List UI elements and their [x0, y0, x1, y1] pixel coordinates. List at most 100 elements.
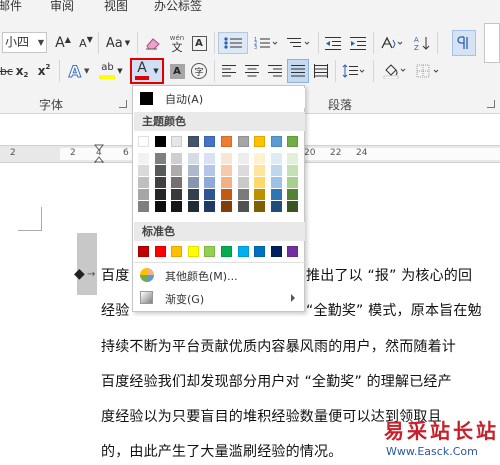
theme-color-swatch[interactable] — [204, 136, 216, 147]
theme-shade-swatch[interactable] — [287, 165, 299, 176]
enclose-char-button[interactable]: 字 — [190, 60, 208, 82]
theme-shade-swatch[interactable] — [171, 165, 183, 176]
theme-shade-swatch[interactable] — [254, 189, 266, 200]
theme-shade-swatch[interactable] — [270, 177, 282, 188]
tab-mailings[interactable]: 邮件 — [0, 0, 22, 14]
theme-shade-swatch[interactable] — [254, 177, 266, 188]
change-case-button[interactable]: Aa ▼ — [103, 32, 133, 54]
theme-shade-swatch[interactable] — [270, 189, 282, 200]
theme-shade-swatch[interactable] — [138, 177, 149, 188]
sort-button[interactable]: AZ — [411, 32, 433, 54]
theme-color-swatch[interactable] — [187, 136, 199, 147]
superscript-button[interactable]: x2 — [36, 60, 52, 82]
theme-shade-swatch[interactable] — [154, 189, 166, 200]
decrease-indent-button[interactable] — [322, 32, 344, 54]
theme-shade-swatch[interactable] — [287, 177, 299, 188]
standard-color-swatch[interactable] — [171, 246, 183, 257]
theme-shade-swatch[interactable] — [171, 177, 183, 188]
theme-shade-swatch[interactable] — [154, 201, 166, 212]
theme-shade-swatch[interactable] — [187, 165, 199, 176]
theme-shade-swatch[interactable] — [154, 153, 166, 164]
standard-color-swatch[interactable] — [221, 246, 232, 257]
theme-shade-swatch[interactable] — [221, 189, 232, 200]
text-effects-button[interactable]: A ▼ — [64, 60, 94, 82]
char-shading-button[interactable]: A — [168, 60, 186, 82]
theme-color-swatch[interactable] — [237, 136, 249, 147]
theme-shade-swatch[interactable] — [221, 177, 232, 188]
theme-shade-swatch[interactable] — [237, 189, 249, 200]
theme-shade-swatch[interactable] — [270, 201, 282, 212]
theme-shade-swatch[interactable] — [154, 165, 166, 176]
font-size-combo[interactable]: 小四 ▼ — [2, 32, 47, 53]
theme-shade-swatch[interactable] — [187, 177, 199, 188]
theme-shade-swatch[interactable] — [221, 165, 232, 176]
shading-button[interactable] — [380, 60, 410, 82]
increase-indent-button[interactable] — [347, 32, 369, 54]
theme-shade-swatch[interactable] — [138, 153, 149, 164]
font-color-button[interactable]: A ▼ — [130, 58, 164, 84]
theme-shade-swatch[interactable] — [237, 177, 249, 188]
standard-color-swatch[interactable] — [287, 246, 299, 257]
theme-shade-swatch[interactable] — [270, 165, 282, 176]
char-border-button[interactable]: A — [189, 32, 209, 54]
theme-shade-swatch[interactable] — [237, 165, 249, 176]
theme-shade-swatch[interactable] — [287, 189, 299, 200]
theme-shade-swatch[interactable] — [204, 177, 216, 188]
multilevel-list-button[interactable] — [284, 32, 314, 54]
theme-color-swatch[interactable] — [154, 136, 166, 147]
theme-shade-swatch[interactable] — [287, 153, 299, 164]
font-dialog-launcher-icon[interactable] — [119, 100, 127, 108]
gradient-item[interactable]: 渐变(G) — [134, 288, 305, 308]
bullets-button[interactable] — [218, 32, 248, 54]
theme-color-swatch[interactable] — [287, 136, 299, 147]
strikethrough-button[interactable]: abc — [0, 60, 13, 82]
theme-color-swatch[interactable] — [270, 136, 282, 147]
paragraph-handle-icon[interactable]: ◆ — [74, 266, 85, 282]
standard-color-swatch[interactable] — [187, 246, 199, 257]
style-gallery-edge[interactable] — [484, 23, 500, 63]
standard-color-swatch[interactable] — [138, 246, 149, 257]
borders-button[interactable] — [413, 60, 443, 82]
standard-color-swatch[interactable] — [270, 246, 282, 257]
align-right-button[interactable] — [265, 60, 285, 82]
theme-shade-swatch[interactable] — [204, 153, 216, 164]
shrink-font-button[interactable]: A ▼ — [76, 32, 96, 54]
subscript-button[interactable]: x2 — [14, 60, 30, 82]
tab-view[interactable]: 视图 — [104, 0, 128, 14]
theme-shade-swatch[interactable] — [254, 153, 266, 164]
align-center-button[interactable] — [242, 60, 262, 82]
standard-color-swatch[interactable] — [237, 246, 249, 257]
standard-color-swatch[interactable] — [154, 246, 166, 257]
numbering-button[interactable]: 123 — [251, 32, 281, 54]
theme-shade-swatch[interactable] — [204, 189, 216, 200]
clear-formatting-button[interactable] — [143, 32, 163, 54]
first-line-indent-marker-icon[interactable] — [94, 144, 104, 154]
tab-review[interactable]: 审阅 — [50, 0, 74, 14]
paragraph-dialog-launcher-icon[interactable] — [487, 100, 495, 108]
theme-shade-swatch[interactable] — [171, 189, 183, 200]
standard-color-swatch[interactable] — [254, 246, 266, 257]
theme-shade-swatch[interactable] — [221, 153, 232, 164]
theme-shade-swatch[interactable] — [270, 153, 282, 164]
more-colors-item[interactable]: 其他颜色(M)... — [134, 265, 305, 285]
distributed-button[interactable] — [311, 60, 331, 82]
grow-font-button[interactable]: A ▲ — [53, 32, 73, 54]
theme-shade-swatch[interactable] — [187, 201, 199, 212]
align-left-button[interactable] — [219, 60, 239, 82]
theme-color-swatch[interactable] — [171, 136, 183, 147]
standard-color-swatch[interactable] — [204, 246, 216, 257]
theme-shade-swatch[interactable] — [204, 165, 216, 176]
automatic-color-item[interactable]: 自动(A) — [134, 88, 305, 108]
phonetic-guide-button[interactable]: wén 文 — [167, 32, 187, 54]
tab-office-tabs[interactable]: 办公标签 — [154, 0, 202, 14]
theme-shade-swatch[interactable] — [138, 201, 149, 212]
theme-color-swatch[interactable] — [254, 136, 266, 147]
highlight-button[interactable]: ab ▼ — [96, 60, 126, 82]
theme-color-swatch[interactable] — [221, 136, 232, 147]
theme-shade-swatch[interactable] — [254, 201, 266, 212]
theme-shade-swatch[interactable] — [187, 189, 199, 200]
theme-shade-swatch[interactable] — [221, 201, 232, 212]
theme-shade-swatch[interactable] — [154, 177, 166, 188]
theme-shade-swatch[interactable] — [204, 201, 216, 212]
theme-color-swatch[interactable] — [138, 136, 149, 147]
